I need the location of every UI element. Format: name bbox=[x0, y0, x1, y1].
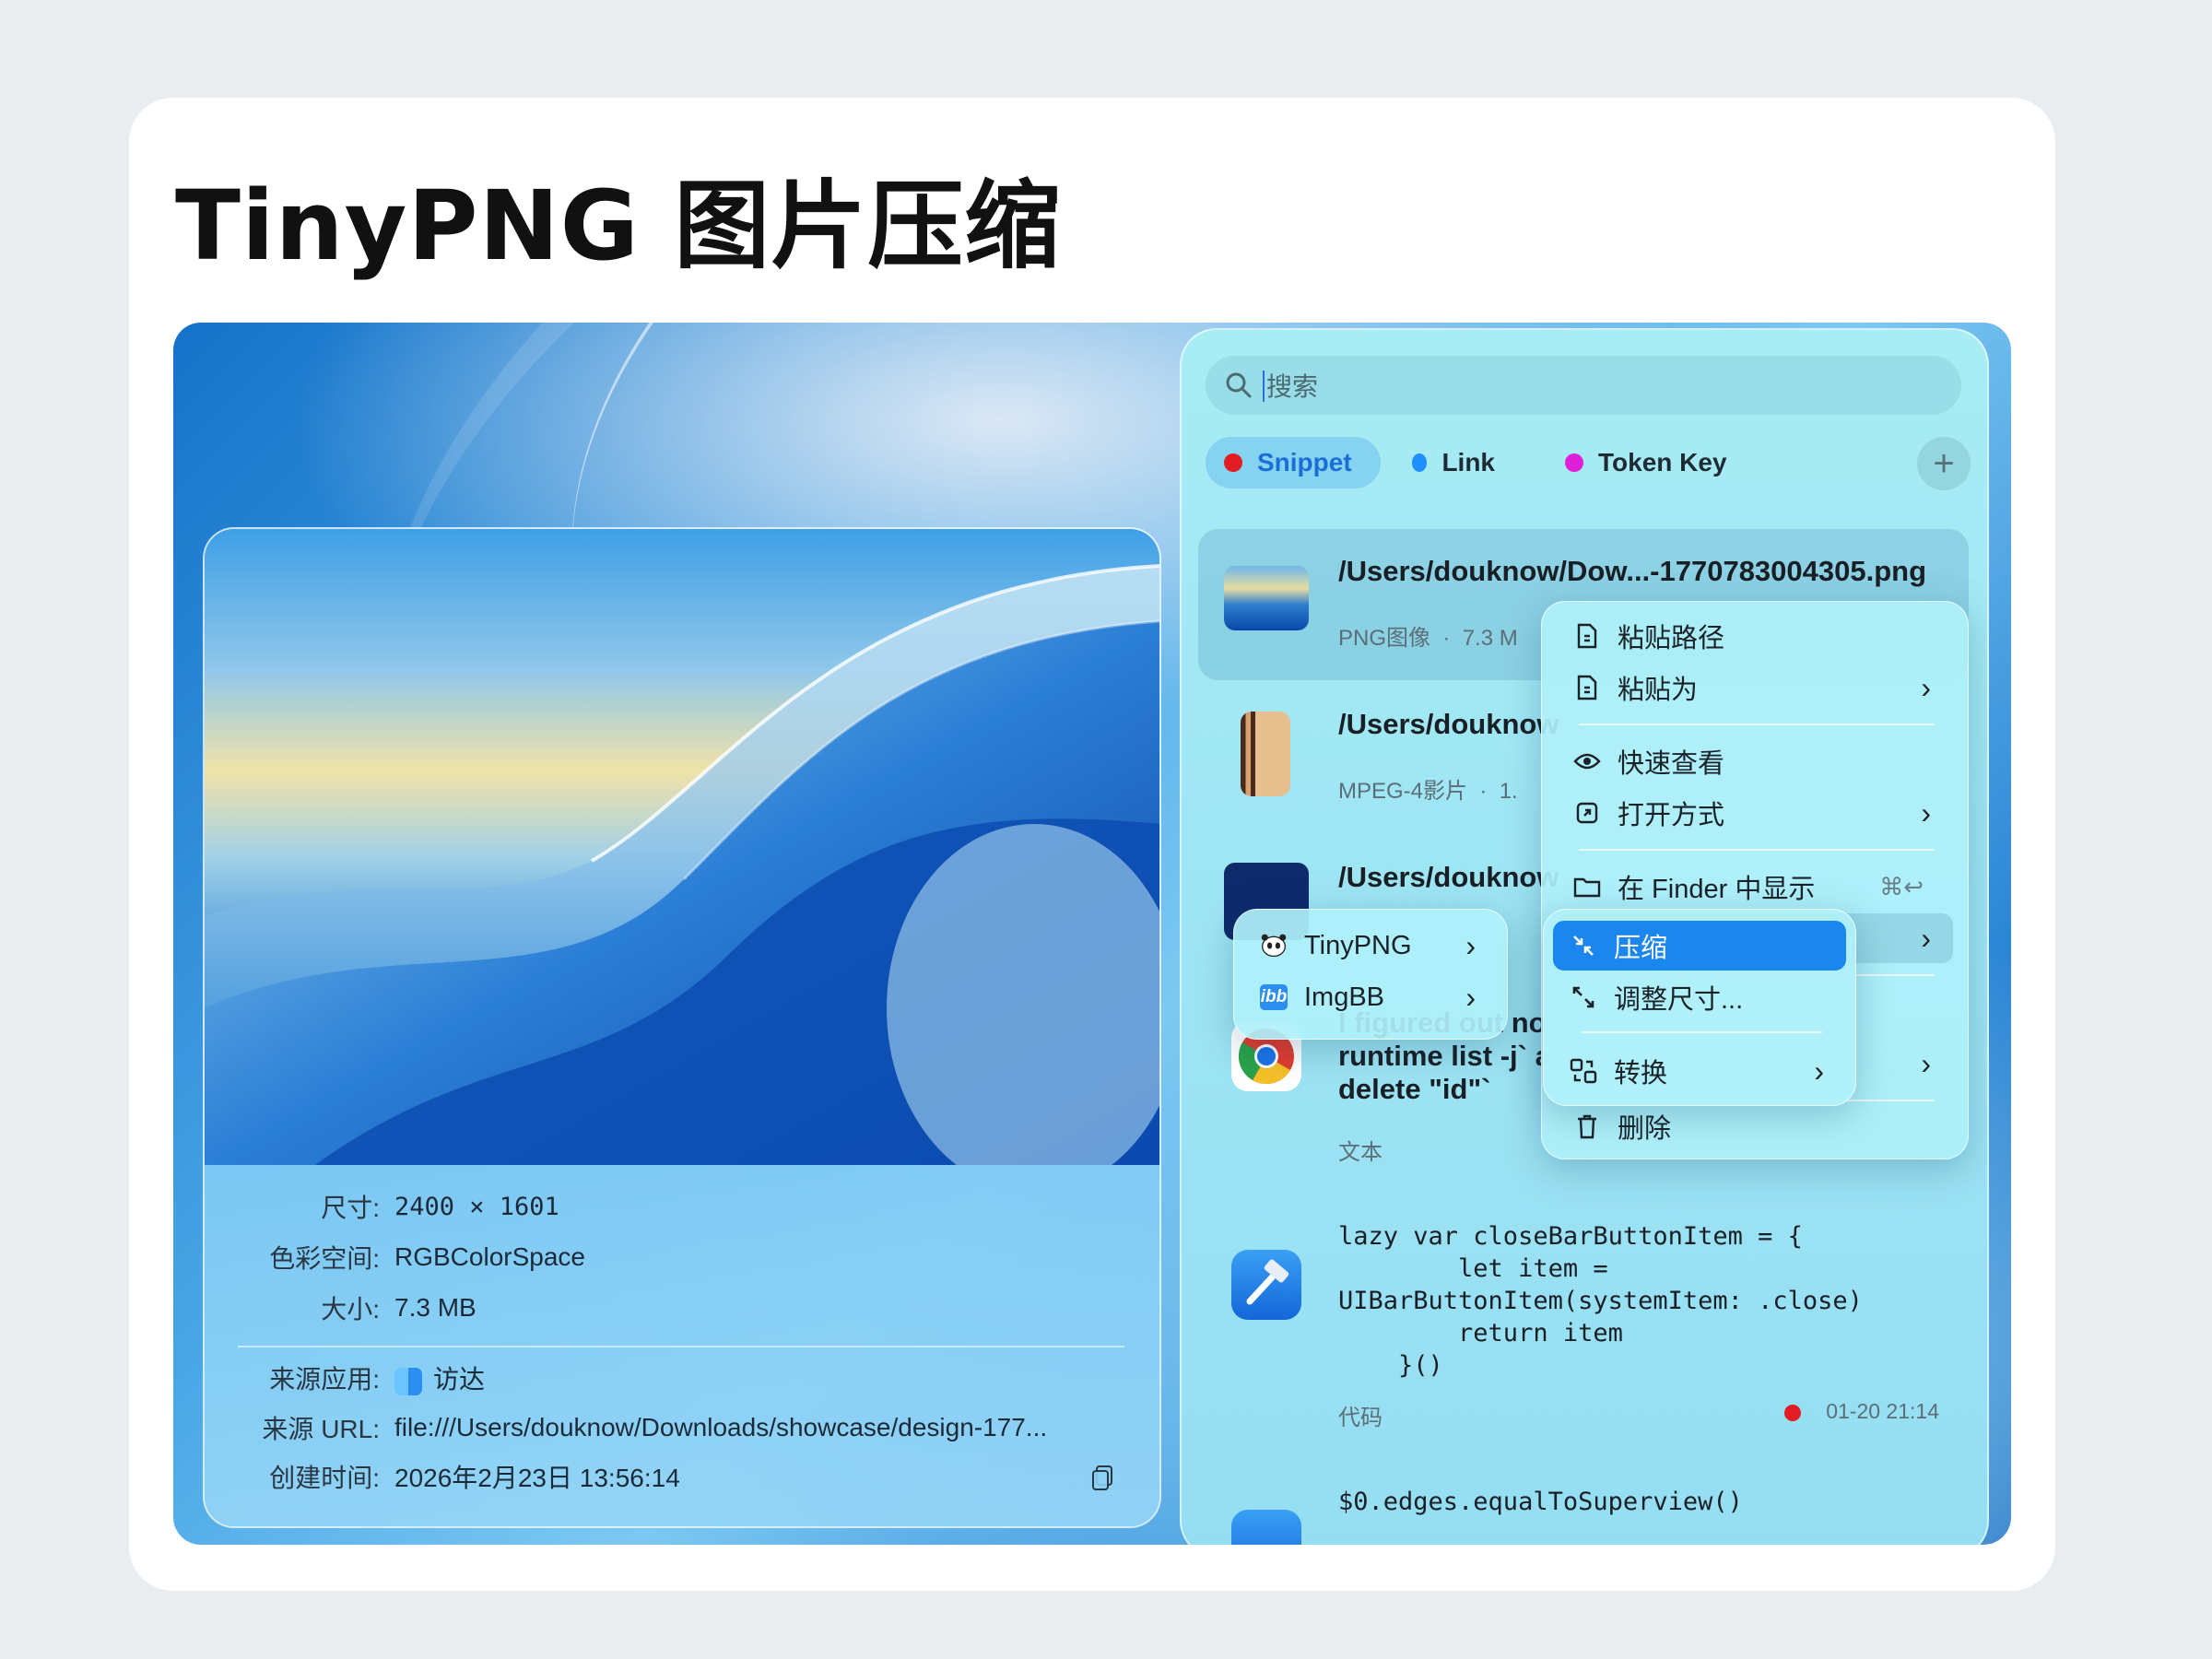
menu-item-convert[interactable]: 转换 › bbox=[1553, 1046, 1846, 1096]
image-metadata: 尺寸: 2400 × 1601 色彩空间: RGBColorSpace 大小: … bbox=[205, 1165, 1159, 1526]
finder-icon bbox=[394, 1367, 422, 1395]
chevron-right-icon: › bbox=[1465, 980, 1476, 1014]
tab-token-key[interactable]: Token Key bbox=[1547, 437, 1731, 488]
chevron-right-icon: › bbox=[1921, 1046, 1931, 1080]
convert-icon bbox=[1570, 1057, 1597, 1085]
menu-item-imgbb[interactable]: ibb ImgBB › bbox=[1243, 972, 1498, 1022]
imgbb-icon: ibb bbox=[1260, 983, 1288, 1011]
preview-image bbox=[205, 529, 1159, 1165]
plugin-submenu: TinyPNG › ibb ImgBB › bbox=[1233, 909, 1508, 1040]
menu-item-delete[interactable]: 删除 bbox=[1557, 1101, 1953, 1151]
menu-item-paste-path[interactable]: 粘贴路径 bbox=[1557, 611, 1953, 661]
chevron-right-icon: › bbox=[1921, 921, 1931, 955]
magenta-dot-icon bbox=[1565, 453, 1583, 472]
clipboard-panel: Snippet Link Token Key + /Users/douknow/… bbox=[1180, 328, 1989, 1545]
menu-item-resize[interactable]: 调整尺寸... bbox=[1553, 972, 1846, 1022]
image-preview-panel: 尺寸: 2400 × 1601 色彩空间: RGBColorSpace 大小: … bbox=[203, 527, 1161, 1528]
expand-arrows-icon bbox=[1570, 983, 1597, 1011]
meta-color-space: 色彩空间: RGBColorSpace bbox=[269, 1242, 585, 1273]
chevron-right-icon: › bbox=[1814, 1053, 1824, 1088]
xcode-icon bbox=[1231, 1510, 1301, 1545]
chevron-right-icon: › bbox=[1921, 670, 1931, 704]
tag-tabs: Snippet Link Token Key bbox=[1206, 437, 1971, 488]
blue-dot-icon bbox=[1412, 453, 1428, 472]
text-caret bbox=[1263, 371, 1265, 402]
search-input[interactable] bbox=[1265, 363, 1913, 409]
copy-icon[interactable] bbox=[1089, 1464, 1117, 1491]
panda-icon bbox=[1260, 932, 1288, 959]
tab-snippet[interactable]: Snippet bbox=[1206, 437, 1381, 488]
list-item-code[interactable]: lazy var closeBarButtonItem = { let item… bbox=[1198, 1220, 1969, 1451]
menu-item-show-in-finder[interactable]: 在 Finder 中显示 ⌘↩ bbox=[1557, 862, 1953, 912]
search-bar[interactable] bbox=[1206, 356, 1961, 415]
chevron-right-icon: › bbox=[1465, 928, 1476, 962]
desktop-background: 尺寸: 2400 × 1601 色彩空间: RGBColorSpace 大小: … bbox=[173, 323, 2011, 1545]
meta-source-app: 来源应用: 访达 bbox=[269, 1365, 486, 1395]
meta-source-url: 来源 URL: file:///Users/douknow/Downloads/… bbox=[262, 1413, 1048, 1443]
png-thumbnail bbox=[1224, 566, 1309, 630]
meta-created: 创建时间: 2026年2月23日 13:56:14 bbox=[269, 1464, 680, 1492]
document-icon bbox=[1573, 622, 1601, 650]
document-icon bbox=[1573, 674, 1601, 701]
eye-icon bbox=[1573, 747, 1601, 775]
trash-icon bbox=[1573, 1112, 1601, 1140]
red-dot-icon bbox=[1224, 453, 1242, 472]
page-title: TinyPNG 图片压缩 bbox=[175, 170, 1062, 282]
menu-item-paste-as[interactable]: 粘贴为 › bbox=[1557, 663, 1953, 712]
keyboard-shortcut: ⌘↩ bbox=[1879, 872, 1924, 900]
menu-item-quick-look[interactable]: 快速查看 bbox=[1557, 736, 1953, 786]
xcode-icon bbox=[1231, 1250, 1301, 1320]
meta-divider bbox=[238, 1346, 1124, 1347]
compress-arrows-icon bbox=[1570, 932, 1597, 959]
open-external-icon bbox=[1573, 799, 1601, 827]
tinypng-submenu: 压缩 调整尺寸... 转换 › bbox=[1543, 909, 1856, 1106]
menu-item-open-with[interactable]: 打开方式 › bbox=[1557, 788, 1953, 838]
menu-item-compress[interactable]: 压缩 bbox=[1553, 921, 1846, 971]
red-dot-icon bbox=[1784, 1405, 1801, 1421]
search-icon bbox=[1226, 372, 1252, 398]
add-tag-button[interactable]: + bbox=[1917, 437, 1971, 490]
tab-link[interactable]: Link bbox=[1394, 437, 1495, 488]
video-thumbnail bbox=[1241, 712, 1290, 796]
chevron-right-icon: › bbox=[1921, 795, 1931, 830]
folder-icon bbox=[1573, 873, 1601, 900]
meta-size: 大小: 7.3 MB bbox=[321, 1293, 477, 1324]
meta-dimensions: 尺寸: 2400 × 1601 bbox=[321, 1192, 559, 1223]
list-item-code-2[interactable]: $0.edges.equalToSuperview() bbox=[1198, 1486, 1969, 1545]
menu-item-tinypng[interactable]: TinyPNG › bbox=[1243, 921, 1498, 971]
